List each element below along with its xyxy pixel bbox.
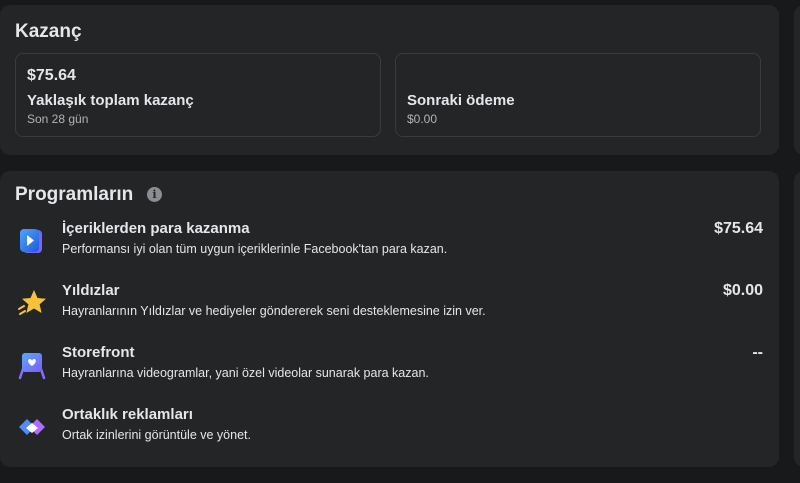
program-description: Performansı iyi olan tüm uygun içerikler… <box>62 242 448 256</box>
program-name: Ortaklık reklamları <box>62 406 193 423</box>
side-panel-edge-bottom <box>794 171 800 467</box>
program-name: Yıldızlar <box>62 282 120 299</box>
storefront-icon <box>16 349 48 381</box>
partnership-ads-icon <box>16 411 48 443</box>
program-amount: $0.00 <box>722 282 763 299</box>
info-icon[interactable]: i <box>147 187 162 202</box>
earnings-panel: Kazanç $75.64 Yaklaşık toplam kazanç Son… <box>0 5 779 155</box>
program-amount: -- <box>752 344 763 361</box>
earnings-title: Kazanç <box>15 21 82 42</box>
program-row-storefront[interactable]: Storefront Hayranlarına videogramlar, ya… <box>0 342 779 392</box>
program-row-content-monetization[interactable]: İçeriklerden para kazanma Performansı iy… <box>0 218 779 268</box>
total-earnings-label: Yaklaşık toplam kazanç <box>27 92 194 109</box>
program-description: Hayranlarına videogramlar, yani özel vid… <box>62 366 429 380</box>
next-payment-value: $0.00 <box>407 112 438 126</box>
program-row-partnership-ads[interactable]: Ortaklık reklamları Ortak izinlerini gör… <box>0 404 779 454</box>
next-payment-card[interactable]: Sonraki ödeme $0.00 <box>395 53 761 137</box>
program-description: Ortak izinlerini görüntüle ve yönet. <box>62 428 251 442</box>
program-name: İçeriklerden para kazanma <box>62 220 250 237</box>
stars-icon <box>16 287 48 319</box>
program-amount: $75.64 <box>714 220 763 237</box>
program-description: Hayranlarının Yıldızlar ve hediyeler gön… <box>62 304 486 318</box>
programs-panel: Programların i İçeriklerden para kazanma… <box>0 171 779 467</box>
side-panel-edge-top <box>794 5 800 155</box>
next-payment-label: Sonraki ödeme <box>407 92 515 109</box>
content-monetization-icon <box>16 225 48 257</box>
programs-title: Programların <box>15 184 134 205</box>
program-row-stars[interactable]: Yıldızlar Hayranlarının Yıldızlar ve hed… <box>0 280 779 330</box>
total-earnings-value: $75.64 <box>27 67 76 84</box>
program-name: Storefront <box>62 344 135 361</box>
total-earnings-period: Son 28 gün <box>27 112 89 126</box>
total-earnings-card[interactable]: $75.64 Yaklaşık toplam kazanç Son 28 gün <box>15 53 381 137</box>
